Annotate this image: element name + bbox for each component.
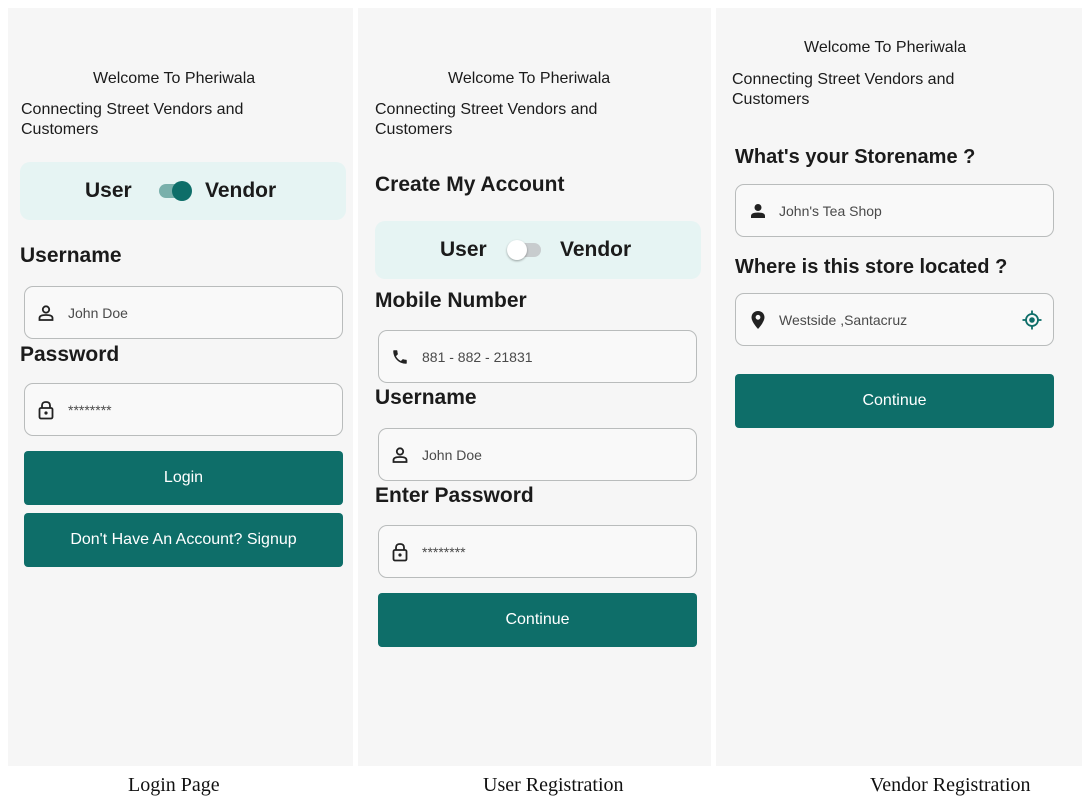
- password-label: Enter Password: [375, 484, 534, 507]
- toggle-vendor-label: Vendor: [205, 179, 277, 202]
- role-toggle-card: User Vendor: [375, 221, 701, 279]
- tagline: Connecting Street Vendors and Customers: [21, 101, 244, 138]
- page-title: Create My Account: [375, 173, 565, 196]
- tagline: Connecting Street Vendors and Customers: [732, 71, 955, 108]
- username-field[interactable]: John Doe: [24, 286, 343, 339]
- person-icon: [751, 203, 765, 218]
- username-value: John Doe: [422, 446, 482, 463]
- phone-icon: [393, 349, 407, 364]
- login-button[interactable]: Login: [24, 451, 343, 505]
- username-field[interactable]: John Doe: [378, 428, 697, 481]
- location-label: Where is this store located ?: [735, 256, 1008, 278]
- username-value: John Doe: [68, 304, 128, 321]
- lock-icon: [38, 400, 54, 419]
- password-label: Password: [20, 343, 120, 366]
- password-field[interactable]: ********: [378, 525, 697, 578]
- username-label: Username: [20, 244, 122, 267]
- password-value: ********: [422, 543, 466, 560]
- username-label: Username: [375, 386, 477, 409]
- role-toggle-switch[interactable]: [507, 240, 541, 260]
- role-toggle-switch[interactable]: [159, 181, 192, 201]
- lock-icon: [392, 542, 408, 561]
- person-outline-icon: [38, 304, 54, 321]
- caption-login: Login Page: [128, 774, 220, 796]
- password-field[interactable]: ********: [24, 383, 343, 436]
- toggle-vendor-label: Vendor: [560, 238, 632, 261]
- continue-button[interactable]: Continue: [378, 593, 697, 647]
- password-value: ********: [68, 401, 112, 418]
- mobile-number-label: Mobile Number: [375, 289, 527, 312]
- tagline: Connecting Street Vendors and Customers: [375, 101, 598, 138]
- signup-button[interactable]: Don't Have An Account? Signup: [24, 513, 343, 567]
- location-field[interactable]: Westside ,Santacruz: [735, 293, 1054, 346]
- caption-user-registration: User Registration: [483, 774, 624, 796]
- user-registration-screen: Welcome To Pheriwala Connecting Street V…: [358, 8, 711, 766]
- location-value: Westside ,Santacruz: [779, 311, 908, 328]
- storename-value: John's Tea Shop: [779, 202, 882, 219]
- toggle-user-label: User: [85, 179, 132, 202]
- role-toggle-card: User Vendor: [20, 162, 346, 220]
- mobile-number-field[interactable]: 881 - 882 - 21831: [378, 330, 697, 383]
- mobile-number-value: 881 - 882 - 21831: [422, 348, 533, 365]
- toggle-user-label: User: [440, 238, 487, 261]
- login-screen: Welcome To Pheriwala Connecting Street V…: [8, 8, 353, 766]
- welcome-text: Welcome To Pheriwala: [804, 39, 967, 56]
- person-outline-icon: [392, 446, 408, 463]
- caption-vendor-registration: Vendor Registration: [870, 774, 1031, 796]
- continue-button[interactable]: Continue: [735, 374, 1054, 428]
- welcome-text: Welcome To Pheriwala: [93, 70, 256, 87]
- welcome-text: Welcome To Pheriwala: [448, 70, 611, 87]
- location-pin-icon: [751, 310, 765, 329]
- storename-label: What's your Storename ?: [735, 146, 976, 168]
- vendor-registration-screen: Welcome To Pheriwala Connecting Street V…: [716, 8, 1082, 766]
- gps-target-icon[interactable]: [1022, 310, 1042, 330]
- storename-field[interactable]: John's Tea Shop: [735, 184, 1054, 237]
